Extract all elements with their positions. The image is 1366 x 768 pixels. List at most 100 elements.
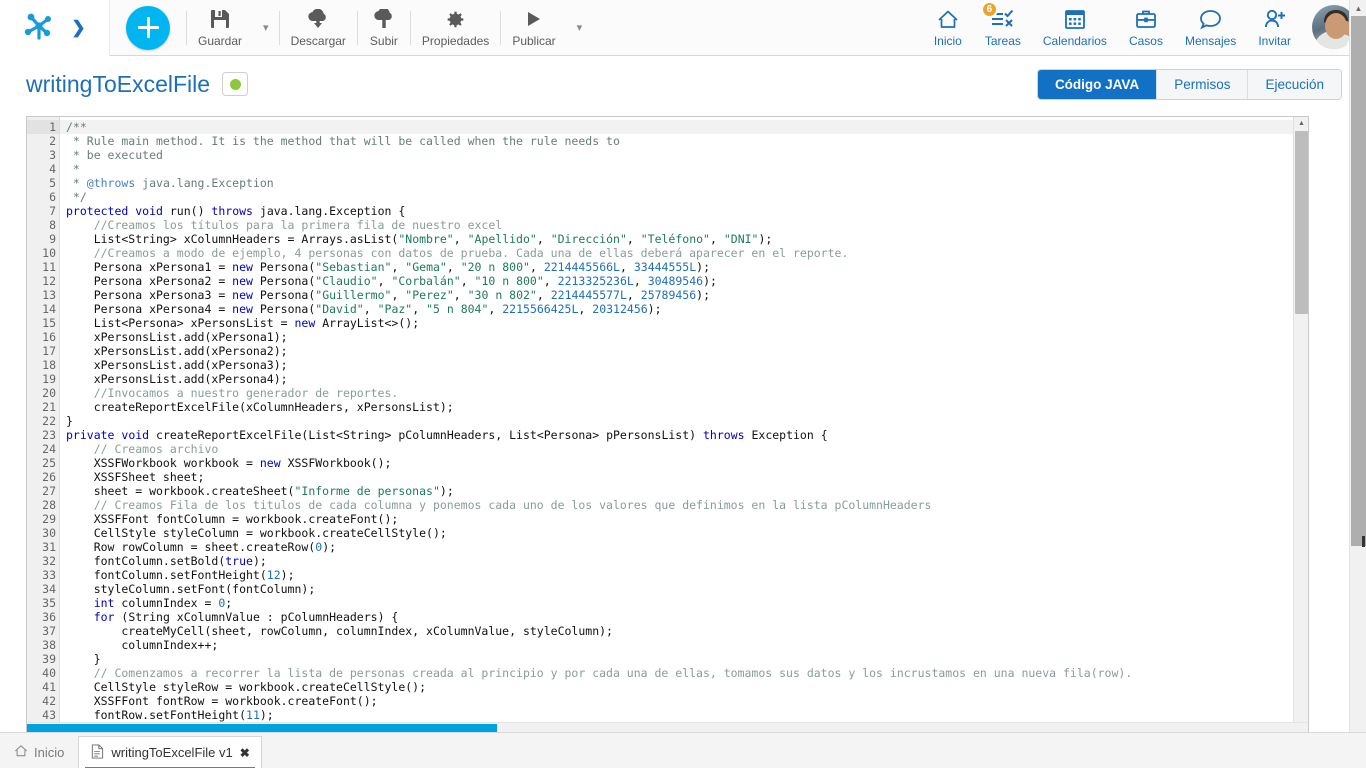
add-new-button[interactable] bbox=[126, 5, 170, 50]
code-line[interactable]: xPersonsList.add(xPersona2); bbox=[60, 344, 1308, 358]
code-line[interactable]: * Rule main method. It is the method tha… bbox=[60, 134, 1308, 148]
code-line[interactable]: //Invocamos a nuestro generador de repor… bbox=[60, 386, 1308, 400]
code-line[interactable]: sheet = workbook.createSheet("Informe de… bbox=[60, 484, 1308, 498]
code-token: // Creamos archivo bbox=[66, 442, 219, 456]
code-line[interactable]: //Creamos los títulos para la primera fi… bbox=[60, 218, 1308, 232]
code-token: xPersonsList.add(xPersona1); bbox=[66, 330, 288, 344]
code-line[interactable]: for (String xColumnValue : pColumnHeader… bbox=[60, 610, 1308, 624]
code-token: } bbox=[66, 652, 101, 666]
code-line[interactable]: XSSFSheet sheet; bbox=[60, 470, 1308, 484]
code-line[interactable]: // Creamos archivo bbox=[60, 442, 1308, 456]
code-token: 2214445577L bbox=[550, 288, 627, 302]
code-line[interactable]: Persona xPersona4 = new Persona("David",… bbox=[60, 302, 1308, 316]
editor-vscroll-thumb[interactable] bbox=[1295, 131, 1308, 314]
nav-button-casos[interactable]: Casos bbox=[1118, 2, 1174, 54]
code-line[interactable]: * be executed bbox=[60, 148, 1308, 162]
toolbar-button-descargar[interactable]: Descargar bbox=[280, 2, 357, 54]
code-line[interactable]: createReportExcelFile(xColumnHeaders, xP… bbox=[60, 400, 1308, 414]
code-line[interactable]: XSSFFont fontColumn = workbook.createFon… bbox=[60, 512, 1308, 526]
code-line[interactable]: CellStyle styleRow = workbook.createCell… bbox=[60, 680, 1308, 694]
code-line[interactable]: styleColumn.setFont(fontColumn); bbox=[60, 582, 1308, 596]
code-token: ; bbox=[225, 596, 233, 610]
code-line[interactable]: * @throws java.lang.Exception bbox=[60, 176, 1308, 190]
nav-button-mensajes[interactable]: Mensajes bbox=[1174, 2, 1247, 54]
code-line[interactable]: List<Persona> xPersonsList = new ArrayLi… bbox=[60, 316, 1308, 330]
code-token: XSSFFont fontColumn = workbook.createFon… bbox=[66, 512, 399, 526]
code-line[interactable]: fontRow.setFontHeight(11); bbox=[60, 708, 1308, 722]
code-line[interactable]: XSSFFont fontRow = workbook.createFont()… bbox=[60, 694, 1308, 708]
status-indicator-box[interactable] bbox=[222, 72, 249, 96]
page-scroll-grip bbox=[1362, 536, 1365, 547]
code-line[interactable]: createMyCell(sheet, rowColumn, columnInd… bbox=[60, 624, 1308, 638]
code-line[interactable]: // Creamos Fila de los titulos de cada c… bbox=[60, 498, 1308, 512]
toolbar-button-guardar[interactable]: Guardar bbox=[187, 2, 253, 54]
code-line[interactable]: columnIndex++; bbox=[60, 638, 1308, 652]
code-content[interactable]: /** * Rule main method. It is the method… bbox=[60, 117, 1308, 735]
code-line[interactable]: } bbox=[60, 414, 1308, 428]
page-scroll-up-icon[interactable]: ▲ bbox=[1350, 0, 1366, 16]
page-header: writingToExcelFile Código JAVA Permisos … bbox=[0, 56, 1366, 112]
code-token: @throws bbox=[86, 176, 136, 190]
toolbar-button-publicar[interactable]: Publicar bbox=[501, 2, 566, 54]
code-line[interactable]: fontColumn.setFontHeight(12); bbox=[60, 568, 1308, 582]
code-line[interactable]: xPersonsList.add(xPersona1); bbox=[60, 330, 1308, 344]
scroll-up-arrow-icon[interactable]: ▲ bbox=[1294, 117, 1308, 130]
code-line[interactable]: CellStyle styleColumn = workbook.createC… bbox=[60, 526, 1308, 540]
toolbar-button-subir[interactable]: Subir bbox=[358, 2, 410, 54]
editor-vertical-scrollbar[interactable]: ▲ ▼ bbox=[1293, 117, 1308, 735]
page-vertical-scrollbar[interactable]: ▲ ▼ bbox=[1349, 0, 1366, 744]
nav-button-inicio[interactable]: Inicio bbox=[922, 2, 974, 54]
line-number: 43 bbox=[42, 708, 56, 722]
code-line[interactable]: //Creamos a modo de ejemplo, 4 personas … bbox=[60, 246, 1308, 260]
code-token: , bbox=[543, 274, 558, 288]
code-line[interactable]: Persona xPersona2 = new Persona("Claudio… bbox=[60, 274, 1308, 288]
code-line[interactable]: fontColumn.setBold(true); bbox=[60, 554, 1308, 568]
code-line[interactable]: */ bbox=[60, 190, 1308, 204]
code-line[interactable]: Persona xPersona3 = new Persona("Guiller… bbox=[60, 288, 1308, 302]
line-number: 16 bbox=[42, 330, 56, 344]
line-number: 10 bbox=[42, 246, 56, 260]
chevron-right-icon[interactable]: ❯ bbox=[71, 19, 85, 36]
nav-button-invitar[interactable]: Invitar bbox=[1247, 2, 1302, 54]
guardar-dropdown-caret[interactable]: ▾ bbox=[253, 2, 279, 54]
code-token: styleColumn.setFont(fontColumn); bbox=[66, 582, 316, 596]
bonita-logo-icon[interactable] bbox=[23, 8, 57, 47]
code-token: , bbox=[412, 302, 427, 316]
code-line[interactable]: Row rowColumn = sheet.createRow(0); bbox=[60, 540, 1308, 554]
code-line[interactable]: * bbox=[60, 162, 1308, 176]
nav-button-tareas[interactable]: 6 Tareas bbox=[974, 1, 1032, 54]
code-token: private bbox=[66, 428, 115, 442]
code-line[interactable]: int columnIndex = 0; bbox=[60, 596, 1308, 610]
code-line[interactable]: /** bbox=[60, 120, 1308, 134]
tab-permisos[interactable]: Permisos bbox=[1156, 69, 1248, 99]
toolbar-button-propiedades[interactable]: Propiedades bbox=[411, 2, 500, 54]
code-token: "10 n 800" bbox=[474, 274, 544, 288]
line-number: 28 bbox=[42, 498, 56, 512]
bottom-home-button[interactable]: Inicio bbox=[0, 736, 78, 768]
play-icon bbox=[524, 7, 544, 31]
application-window: ❯ Guardar ▾ Descargar Subir Propiedades … bbox=[0, 0, 1366, 768]
code-line[interactable]: // Comenzamos a recorrer la lista de per… bbox=[60, 666, 1308, 680]
document-tab[interactable]: writingToExcelFile v1 ✖ bbox=[78, 736, 262, 768]
code-line[interactable]: xPersonsList.add(xPersona3); bbox=[60, 358, 1308, 372]
tab-codigo-java[interactable]: Código JAVA bbox=[1037, 69, 1157, 99]
code-token: 2213325236L bbox=[557, 274, 634, 288]
code-editor[interactable]: 1▼234567▼891011121314151617181920212223▼… bbox=[26, 116, 1309, 736]
nav-button-calendarios[interactable]: Calendarios bbox=[1032, 2, 1118, 54]
close-icon[interactable]: ✖ bbox=[240, 746, 250, 760]
code-line[interactable]: xPersonsList.add(xPersona4); bbox=[60, 372, 1308, 386]
code-line[interactable]: Persona xPersona1 = new Persona("Sebasti… bbox=[60, 260, 1308, 274]
code-token: , bbox=[460, 274, 475, 288]
code-token: new bbox=[232, 260, 253, 274]
code-line[interactable]: protected void run() throws java.lang.Ex… bbox=[60, 204, 1308, 218]
tab-ejecucion[interactable]: Ejecución bbox=[1247, 69, 1341, 99]
code-line[interactable]: List<String> xColumnHeaders = Arrays.asL… bbox=[60, 232, 1308, 246]
gear-icon bbox=[445, 7, 466, 31]
code-line[interactable]: private void createReportExcelFile(List<… bbox=[60, 428, 1308, 442]
publicar-dropdown-caret[interactable]: ▾ bbox=[567, 2, 593, 54]
code-line[interactable]: XSSFWorkbook workbook = new XSSFWorkbook… bbox=[60, 456, 1308, 470]
page-scroll-thumb[interactable] bbox=[1351, 16, 1366, 546]
line-number: 18 bbox=[42, 358, 56, 372]
code-token: throws bbox=[211, 204, 253, 218]
code-line[interactable]: } bbox=[60, 652, 1308, 666]
